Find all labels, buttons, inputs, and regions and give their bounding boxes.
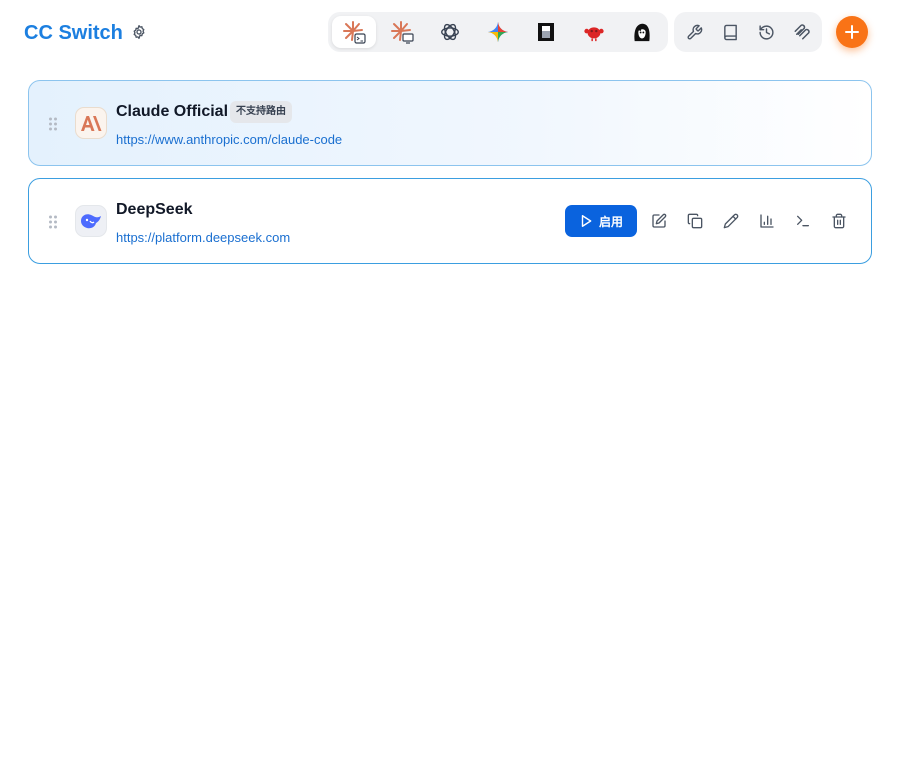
pen-icon [723, 213, 739, 229]
duplicate-provider-button[interactable] [683, 209, 707, 233]
enable-provider-button[interactable]: 启用 [565, 205, 637, 237]
history-icon [758, 24, 774, 40]
app-red-creature[interactable] [572, 16, 616, 48]
drag-handle-icon[interactable] [48, 214, 58, 230]
add-provider-button[interactable] [836, 16, 868, 48]
red-creature-icon [584, 27, 604, 42]
gear-icon [133, 25, 145, 39]
deepseek-whale-icon [81, 214, 101, 229]
app-opencode[interactable] [524, 16, 568, 48]
history-button[interactable] [750, 16, 782, 48]
gemini-icon [487, 21, 509, 43]
provider-logo [75, 107, 107, 139]
bar-chart-icon [760, 214, 774, 228]
drag-handle-icon[interactable] [48, 116, 58, 132]
routing-unsupported-badge: 不支持路由 [230, 101, 292, 123]
tools-button[interactable] [678, 16, 710, 48]
terminal-button[interactable] [791, 209, 815, 233]
app-title: CC Switch [24, 22, 123, 44]
delete-provider-button[interactable] [827, 209, 851, 233]
provider-name: Claude Official [116, 103, 229, 120]
avatar-agent-icon [634, 23, 650, 42]
settings-button[interactable] [129, 22, 149, 42]
app-gemini[interactable] [476, 16, 520, 48]
app-switcher [328, 12, 668, 52]
claude-desktop-icon [391, 21, 414, 44]
rename-provider-button[interactable] [719, 209, 743, 233]
docs-button[interactable] [714, 16, 746, 48]
book-icon [723, 24, 737, 40]
edit-icon [652, 213, 667, 228]
trash-icon [832, 213, 846, 229]
openai-codex-icon [441, 23, 459, 41]
enable-button-label: 启用 [598, 214, 623, 229]
app-claude-desktop[interactable] [380, 16, 424, 48]
copy-icon [687, 213, 703, 229]
provider-card-claude-official[interactable]: Claude Official 不支持路由 https://www.anthro… [28, 80, 872, 166]
opencode-icon [538, 23, 554, 41]
wrench-icon [686, 24, 702, 40]
provider-name: DeepSeek [116, 201, 193, 218]
app-avatar-agent[interactable] [620, 16, 664, 48]
terminal-icon [797, 215, 809, 227]
plus-icon [845, 25, 859, 39]
mcp-button[interactable] [786, 16, 818, 48]
provider-card-deepseek[interactable]: DeepSeek https://platform.deepseek.com 启… [28, 178, 872, 264]
tools-toolbar [674, 12, 822, 52]
app-claude-code[interactable] [332, 16, 376, 48]
edit-provider-button[interactable] [647, 209, 671, 233]
provider-logo [75, 205, 107, 237]
usage-stats-button[interactable] [755, 209, 779, 233]
anthropic-logo-icon [81, 116, 102, 131]
app-header: CC Switch [0, 0, 900, 64]
provider-url-link[interactable]: https://www.anthropic.com/claude-code [116, 132, 342, 148]
claude-code-icon [343, 21, 366, 44]
provider-url-link[interactable]: https://platform.deepseek.com [116, 230, 290, 246]
mcp-icon [794, 24, 810, 40]
play-icon [581, 215, 592, 227]
app-codex[interactable] [428, 16, 472, 48]
